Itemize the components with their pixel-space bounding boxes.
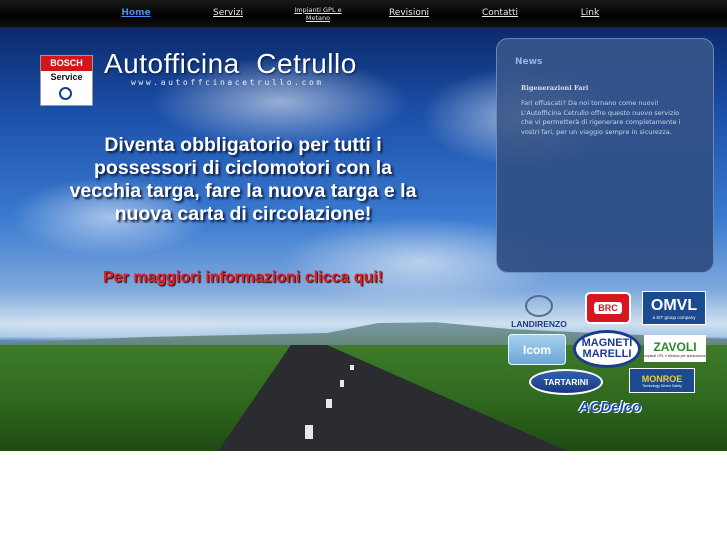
omvl-tagline: a SIT group company: [652, 314, 696, 320]
bosch-service-logo: BOSCH Service: [40, 55, 93, 106]
monroe-label: MONROE: [641, 373, 683, 384]
bosch-label: BOSCH: [41, 56, 92, 71]
zavoli-logo[interactable]: ZAVOLI impianti GPL e Metano per autotra…: [644, 335, 706, 362]
monroe-logo[interactable]: MONROE Technology Driven Safety: [629, 368, 695, 393]
hero-banner: BOSCH Service Autofficina Cetrullo www.a…: [0, 27, 727, 451]
zavoli-label: ZAVOLI: [653, 339, 697, 354]
nav-revisioni-link[interactable]: Revisioni: [382, 0, 436, 27]
monroe-tagline: Technology Driven Safety: [642, 383, 682, 388]
icom-label: Icom: [522, 342, 551, 357]
service-label: Service: [50, 72, 83, 82]
nav-servizi-link[interactable]: Servizi: [204, 0, 252, 27]
news-item-body: Fari offuscati? Da noi tornano come nuov…: [521, 99, 681, 136]
promo-announcement[interactable]: Diventa obbligatorio per tutti i possess…: [66, 134, 420, 226]
acdelco-label: ACDelco: [578, 398, 642, 416]
zavoli-tagline: impianti GPL e Metano per autotrazione: [644, 353, 706, 358]
brc-logo[interactable]: BRC: [585, 292, 631, 324]
magneti-marelli-logo[interactable]: MAGNETI MARELLI: [573, 330, 641, 368]
promo-info-link[interactable]: Per maggiori informazioni clicca qui!: [66, 269, 420, 287]
road-marking: [350, 365, 354, 370]
site-url: www.autoffcinacetrullo.com: [131, 78, 324, 87]
landirenzo-logo[interactable]: LANDIRENZO: [503, 289, 575, 329]
magneti-marelli-label: MAGNETI MARELLI: [581, 337, 633, 360]
tartarini-logo[interactable]: TARTARINI: [529, 369, 603, 395]
icom-logo[interactable]: Icom: [508, 334, 566, 365]
omvl-label: OMVL: [650, 296, 698, 314]
nav-impianti-link[interactable]: Impianti GPL e Metano: [286, 0, 350, 27]
news-item-title[interactable]: Rigenerazioni Fari: [521, 84, 588, 92]
road-marking: [305, 425, 313, 439]
acdelco-logo[interactable]: ACDelco: [560, 397, 660, 417]
nav-contatti-link[interactable]: Contatti: [474, 0, 526, 27]
nav-link-link[interactable]: Link: [570, 0, 610, 27]
brc-label: BRC: [594, 302, 622, 314]
road-marking: [340, 380, 344, 387]
news-panel: News Rigenerazioni Fari Fari offuscati? …: [496, 38, 714, 273]
nav-home-link[interactable]: Home: [112, 0, 160, 27]
landirenzo-emblem-icon: [525, 295, 553, 317]
road-marking: [326, 399, 332, 408]
omvl-logo[interactable]: OMVL a SIT group company: [642, 291, 706, 325]
site-title: Autofficina Cetrullo: [104, 48, 357, 79]
tartarini-label: TARTARINI: [543, 377, 589, 387]
top-navigation: Home Servizi Impianti GPL e Metano Revis…: [0, 0, 727, 27]
news-heading: News: [515, 57, 543, 67]
bosch-armature-icon: [59, 87, 72, 100]
landirenzo-label: LANDIRENZO: [511, 319, 567, 329]
